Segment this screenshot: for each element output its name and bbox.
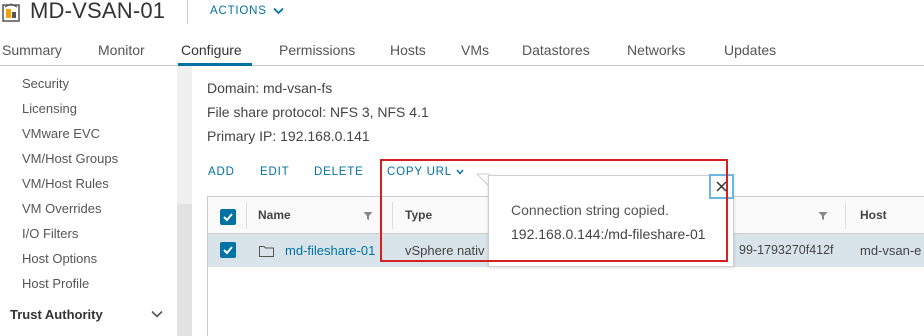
folder-icon (259, 246, 274, 257)
tab-hosts[interactable]: Hosts (390, 42, 426, 58)
column-header-host[interactable]: Host (860, 208, 887, 222)
column-separator (246, 202, 247, 229)
tab-vms[interactable]: VMs (461, 42, 489, 58)
add-button[interactable]: ADD (208, 166, 235, 178)
edit-button[interactable]: EDIT (260, 166, 289, 178)
copy-confirmation-popover: Connection string copied. 192.168.0.144:… (488, 175, 734, 267)
copy-url-label: COPY URL (387, 166, 452, 178)
row-checkbox[interactable] (220, 242, 236, 258)
copy-url-button[interactable]: COPY URL (387, 166, 464, 178)
filter-icon[interactable] (818, 211, 828, 221)
filter-icon[interactable] (363, 211, 373, 221)
sidebar-item-vm-overrides[interactable]: VM Overrides (22, 201, 101, 216)
tab-bar: Summary Monitor Configure Permissions Ho… (0, 36, 924, 66)
sidebar-scrollbar-thumb[interactable] (177, 204, 192, 336)
file-share-name-link[interactable]: md-fileshare-01 (285, 243, 385, 258)
column-separator (392, 202, 393, 229)
tab-summary[interactable]: Summary (2, 42, 62, 58)
actions-label: ACTIONS (210, 5, 267, 17)
sidebar-item-vm-host-rules[interactable]: VM/Host Rules (22, 176, 109, 191)
check-icon (223, 213, 233, 222)
check-icon (223, 246, 233, 255)
sidebar-item-host-profile[interactable]: Host Profile (22, 276, 89, 291)
sidebar-item-licensing[interactable]: Licensing (22, 101, 77, 116)
chevron-down-icon (456, 169, 464, 175)
actions-menu-button[interactable]: ACTIONS (210, 5, 284, 17)
chevron-down-icon[interactable] (150, 307, 164, 321)
sidebar-item-vmware-evc[interactable]: VMware EVC (22, 126, 100, 141)
tab-datastores[interactable]: Datastores (522, 42, 590, 58)
popover-message: Connection string copied. (511, 202, 669, 218)
sidebar-item-io-filters[interactable]: I/O Filters (22, 226, 78, 241)
sidebar-item-vm-host-groups[interactable]: VM/Host Groups (22, 151, 118, 166)
tab-permissions[interactable]: Permissions (279, 42, 355, 58)
delete-button[interactable]: DELETE (314, 166, 364, 178)
file-share-type: vSphere nativ (405, 243, 485, 258)
sidebar-item-host-options[interactable]: Host Options (22, 251, 97, 266)
column-header-type[interactable]: Type (405, 208, 432, 222)
primary-ip-label: Primary IP: 192.168.0.141 (207, 128, 370, 144)
sidebar-section-trust-authority[interactable]: Trust Authority (10, 307, 103, 322)
close-popover-button[interactable] (709, 174, 734, 199)
cluster-icon (2, 3, 20, 22)
tab-configure[interactable]: Configure (181, 42, 242, 58)
popover-connection-string: 192.168.0.144:/md-fileshare-01 (511, 226, 706, 242)
column-header-name[interactable]: Name (258, 208, 291, 222)
chevron-down-icon (273, 7, 284, 15)
file-share-host: md-vsan-e (860, 243, 922, 258)
close-icon (716, 181, 727, 192)
header-divider (187, 0, 188, 24)
protocol-label: File share protocol: NFS 3, NFS 4.1 (207, 104, 429, 120)
sidebar: Security Licensing VMware EVC VM/Host Gr… (0, 66, 177, 336)
tab-updates[interactable]: Updates (724, 42, 776, 58)
file-share-uuid: 99-1793270f412f (739, 243, 834, 257)
tab-networks[interactable]: Networks (627, 42, 685, 58)
sidebar-item-security[interactable]: Security (22, 76, 69, 91)
object-header: MD-VSAN-01 ACTIONS (0, 0, 924, 28)
domain-label: Domain: md-vsan-fs (207, 80, 333, 96)
select-all-checkbox[interactable] (220, 209, 236, 225)
page-title: MD-VSAN-01 (30, 0, 166, 23)
tab-monitor[interactable]: Monitor (98, 42, 145, 58)
column-separator (845, 202, 846, 229)
